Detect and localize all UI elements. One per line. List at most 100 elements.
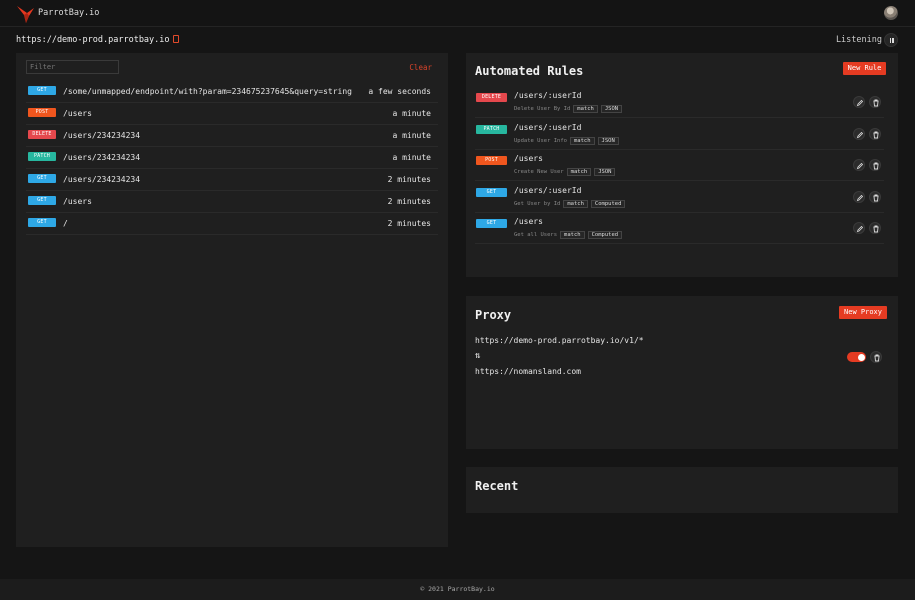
request-path: / [63, 219, 68, 228]
rule-tag: match [569, 136, 595, 145]
rule-tag: match [573, 105, 598, 113]
trash-icon [873, 162, 879, 170]
delete-rule-button[interactable] [869, 190, 881, 203]
new-proxy-button[interactable]: New Proxy [839, 306, 887, 319]
request-time: a few seconds [368, 87, 431, 96]
method-badge: POST [476, 156, 507, 165]
method-badge: GET [28, 218, 56, 227]
method-badge: GET [28, 86, 56, 95]
request-row[interactable]: GET / 2 minutes [26, 213, 438, 235]
clear-button[interactable]: Clear [409, 63, 432, 72]
rule-path: /users/:userId [514, 122, 582, 132]
method-badge: GET [476, 219, 507, 228]
pencil-icon [856, 225, 864, 233]
rule-row: GET/users/:userId Get User by Id match Comp… [475, 182, 884, 213]
request-path: /users/234234234 [63, 131, 141, 140]
copy-icon[interactable] [172, 35, 179, 43]
pencil-icon [856, 194, 864, 201]
delete-rule-button[interactable] [869, 96, 881, 108]
rule-description: Get User by Id [514, 200, 561, 207]
request-path: /users [63, 197, 92, 206]
edit-rule-button[interactable] [853, 159, 865, 171]
method-badge: GET [28, 174, 56, 183]
rule-path: /users [514, 154, 543, 163]
pause-button[interactable] [884, 33, 898, 47]
rule-description: Get all Users [514, 232, 558, 238]
request-path: /some/unmapped/endpoint/with?param=23467… [63, 87, 352, 96]
delete-rule-button[interactable] [869, 159, 881, 171]
rule-tag: match [566, 168, 592, 176]
delete-rule-button[interactable] [869, 127, 881, 140]
request-row[interactable]: POST/users a minute [26, 103, 438, 125]
rule-tag: JSON [594, 168, 616, 176]
rule-description: Create New User [514, 169, 564, 175]
brand-name[interactable]: ParrotBay.io [38, 8, 99, 18]
method-badge: DELETE [476, 93, 507, 102]
rule-path: /users/:userId [514, 91, 582, 100]
new-rule-button[interactable]: New Rule [843, 62, 886, 75]
edit-rule-button[interactable] [853, 190, 865, 203]
recent-panel: Recent [466, 467, 898, 513]
pencil-icon [856, 131, 864, 138]
rules-panel: Automated Rules New Rule DELETE/users/:u… [466, 53, 898, 277]
method-badge: GET [476, 187, 507, 197]
rules-title: Automated Rules [475, 64, 584, 78]
rule-path: /users/:userId [514, 185, 582, 195]
endpoint-url: https://demo-prod.parrotbay.io [16, 35, 179, 45]
top-bar: ParrotBay.io [0, 0, 915, 27]
edit-rule-button[interactable] [853, 96, 865, 108]
rule-description-line: Get User by Id match Computed [514, 199, 626, 208]
trash-icon [873, 194, 879, 201]
user-avatar[interactable] [884, 6, 898, 20]
rule-tag: Computed [587, 231, 623, 239]
rule-tag: JSON [597, 136, 619, 145]
rule-tag: Computed [590, 199, 626, 208]
request-path: /users [63, 109, 92, 118]
pencil-icon [856, 99, 864, 107]
request-path: /users/234234234 [63, 175, 141, 184]
edit-rule-button[interactable] [853, 127, 865, 140]
requests-panel: Clear GET/some/unmapped/endpoint/with?pa… [16, 53, 448, 547]
method-badge: PATCH [28, 152, 56, 161]
parrot-logo-icon[interactable] [16, 4, 36, 24]
rule-row: GET/users Get all Users match Computed [475, 213, 884, 244]
request-time: a minute [392, 153, 431, 162]
delete-proxy-button[interactable] [870, 351, 882, 363]
request-time: a minute [392, 131, 431, 140]
request-row[interactable]: PATCH/users/234234234 a minute [26, 147, 438, 169]
recent-title: Recent [475, 479, 519, 493]
trash-icon [873, 131, 879, 138]
rule-description-line: Delete User By Id match JSON [514, 105, 623, 113]
swap-arrows-icon: ⇅ [475, 351, 481, 361]
request-row[interactable]: GET/users/234234234 2 minutes [26, 169, 438, 191]
proxy-enabled-toggle[interactable] [847, 352, 866, 362]
rule-tag: match [560, 231, 585, 239]
request-time: 2 minutes [387, 197, 431, 206]
rule-row: POST/users Create New User match JSON [475, 150, 884, 181]
rule-description-line: Update User Info match JSON [514, 136, 619, 145]
footer: © 2021 ParrotBay.io [0, 579, 915, 600]
rule-path: /users [514, 217, 543, 226]
rule-description-line: Get all Users match Computed [514, 231, 623, 239]
proxy-target: https://nomansland.com [475, 367, 581, 376]
request-time: 2 minutes [387, 175, 431, 184]
trash-icon [873, 99, 879, 107]
rule-tag: match [563, 199, 588, 208]
proxy-title: Proxy [475, 308, 512, 322]
request-row[interactable]: GET/users 2 minutes [26, 191, 438, 213]
request-time: 2 minutes [387, 219, 431, 228]
footer-text: © 2021 ParrotBay.io [420, 585, 495, 593]
method-badge: DELETE [28, 130, 56, 139]
method-badge: POST [28, 108, 56, 117]
rule-row: PATCH/users/:userId Update User Info match… [475, 119, 884, 150]
method-badge: GET [28, 196, 56, 205]
trash-icon [873, 225, 879, 233]
filter-input[interactable] [26, 60, 119, 74]
request-row[interactable]: GET/some/unmapped/endpoint/with?param=23… [26, 81, 438, 103]
proxy-panel: Proxy New Proxy https://demo-prod.parrot… [466, 296, 898, 449]
request-row[interactable]: DELETE/users/234234234 a minute [26, 125, 438, 147]
edit-rule-button[interactable] [853, 222, 865, 234]
rule-tag: JSON [600, 105, 623, 113]
trash-icon [874, 354, 880, 362]
delete-rule-button[interactable] [869, 222, 881, 234]
